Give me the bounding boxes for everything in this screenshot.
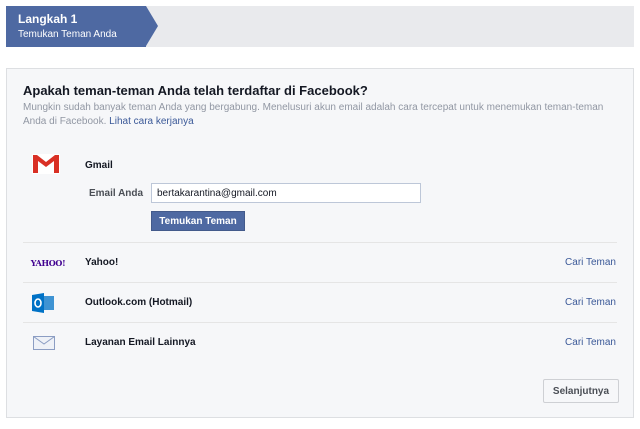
email-provider-list: Gmail Email Anda Temukan Teman YAHOO! Ya… <box>23 147 617 363</box>
next-button[interactable]: Selanjutnya <box>543 379 619 403</box>
how-it-works-link[interactable]: Lihat cara kerjanya <box>109 116 194 127</box>
panel-heading: Apakah teman-teman Anda telah terdaftar … <box>23 83 368 98</box>
outlook-icon <box>31 291 55 315</box>
email-label: Email Anda <box>89 188 144 199</box>
step-subtitle: Temukan Teman Anda <box>18 29 117 40</box>
envelope-icon <box>31 335 57 351</box>
provider-name-outlook: Outlook.com (Hotmail) <box>85 297 193 308</box>
email-input[interactable] <box>151 183 421 203</box>
yahoo-logo-text: YAHOO! <box>30 258 66 268</box>
provider-name-gmail: Gmail <box>85 160 113 171</box>
find-friends-link-outlook[interactable]: Cari Teman <box>565 297 616 308</box>
gmail-icon <box>31 153 61 175</box>
step-indicator: Langkah 1 Temukan Teman Anda <box>6 6 158 47</box>
provider-row-yahoo[interactable]: YAHOO! Yahoo! Cari Teman <box>23 243 617 283</box>
yahoo-icon: YAHOO! <box>30 255 66 271</box>
provider-name-yahoo: Yahoo! <box>85 257 119 268</box>
find-friends-button[interactable]: Temukan Teman <box>151 211 245 231</box>
find-friends-link-other[interactable]: Cari Teman <box>565 337 616 348</box>
find-friends-panel: Apakah teman-teman Anda telah terdaftar … <box>6 68 634 418</box>
step-bar: Langkah 1 Temukan Teman Anda <box>6 6 634 47</box>
provider-row-other[interactable]: Layanan Email Lainnya Cari Teman <box>23 323 617 363</box>
provider-row-outlook[interactable]: Outlook.com (Hotmail) Cari Teman <box>23 283 617 323</box>
panel-description: Mungkin sudah banyak teman Anda yang ber… <box>23 101 623 129</box>
step-title: Langkah 1 <box>18 12 78 26</box>
provider-row-gmail: Gmail Email Anda Temukan Teman <box>23 147 617 243</box>
find-friends-link-yahoo[interactable]: Cari Teman <box>565 257 616 268</box>
provider-name-other: Layanan Email Lainnya <box>85 337 196 348</box>
